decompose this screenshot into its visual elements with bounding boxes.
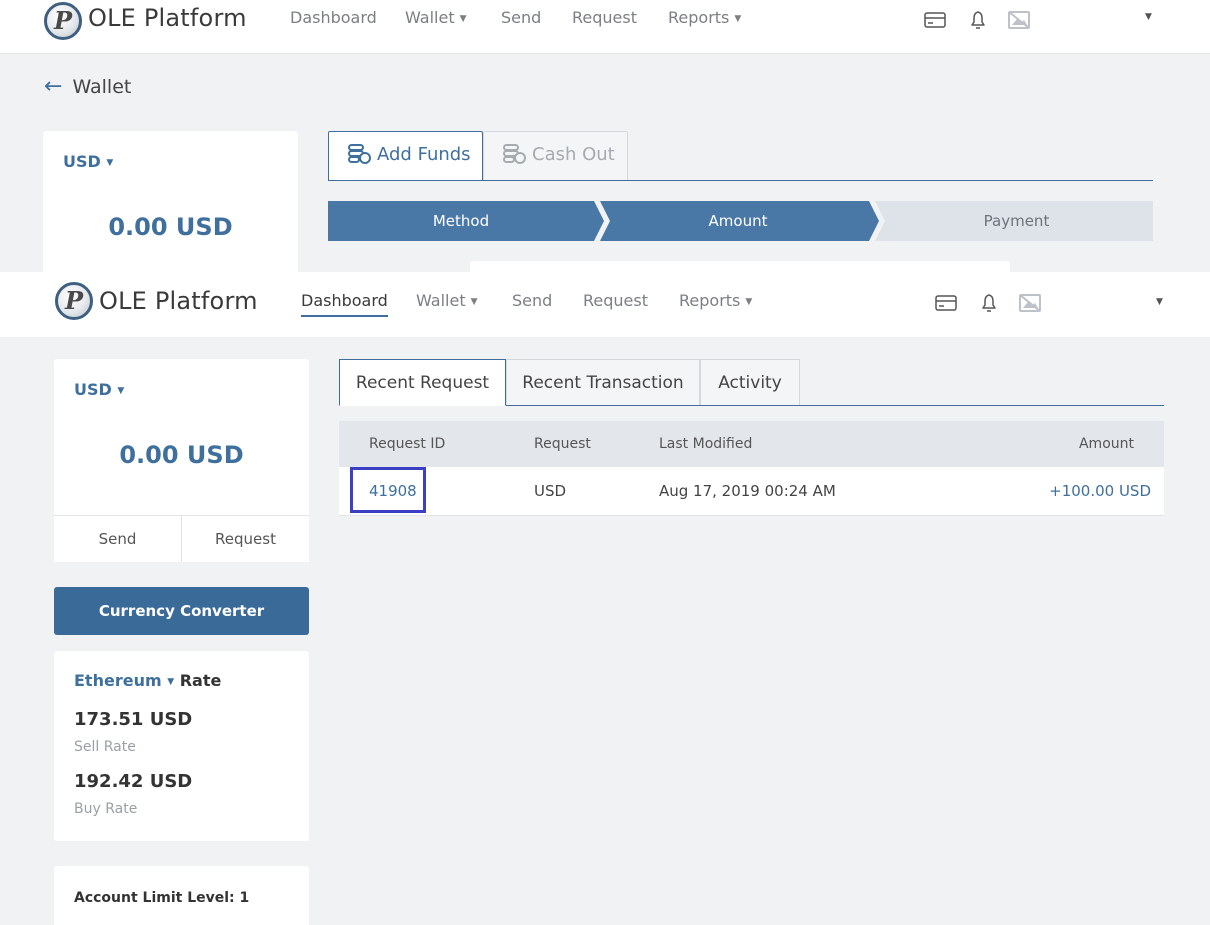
- nav-send[interactable]: Send: [512, 291, 552, 310]
- chevron-down-icon: ▼: [470, 297, 478, 307]
- table-header: Request ID Request Last Modified Amount: [339, 421, 1164, 467]
- back-arrow-icon[interactable]: ←: [44, 74, 62, 99]
- amount: +100.00 USD: [1049, 482, 1151, 500]
- brand-name[interactable]: OLE Platform: [99, 287, 258, 315]
- buy-rate-value: 192.42 USD: [74, 771, 193, 792]
- card-icon[interactable]: [924, 9, 946, 31]
- nav-wallet[interactable]: Wallet ▼: [405, 8, 467, 27]
- step-amount[interactable]: Amount: [600, 201, 876, 241]
- tab-cash-out[interactable]: Cash Out: [483, 131, 628, 181]
- chevron-down-icon: ▼: [459, 14, 467, 24]
- tab-underline: [328, 180, 1153, 181]
- nav-dashboard[interactable]: Dashboard: [301, 291, 388, 317]
- nav-reports[interactable]: Reports ▼: [668, 8, 741, 27]
- asset-selector[interactable]: Ethereum ▼: [74, 671, 174, 690]
- nav-request[interactable]: Request: [572, 8, 637, 27]
- column-amount[interactable]: Amount: [1079, 421, 1134, 467]
- chevron-down-icon: ▼: [734, 14, 742, 24]
- request-currency: USD: [534, 482, 567, 500]
- coins-icon: [348, 144, 371, 164]
- currency-selector[interactable]: USD ▼: [74, 380, 124, 399]
- account-menu-caret[interactable]: ▼: [1145, 12, 1152, 22]
- wallet-page-title: ← Wallet: [44, 74, 132, 99]
- wallet-balance-card: USD ▼ 0.00 USD: [43, 131, 298, 281]
- bell-icon[interactable]: [967, 9, 989, 31]
- sell-rate-value: 173.51 USD: [74, 709, 193, 730]
- column-request-id[interactable]: Request ID: [369, 421, 445, 467]
- bell-icon[interactable]: [978, 292, 1000, 314]
- tab-add-funds[interactable]: Add Funds: [328, 131, 483, 181]
- balance-amount: 0.00 USD: [119, 441, 244, 469]
- account-limit-card: Account Limit Level: 1: [54, 866, 309, 925]
- chevron-down-icon: ▼: [117, 386, 125, 396]
- rate-heading: Ethereum ▼ Rate: [74, 671, 222, 690]
- tab-activity[interactable]: Activity: [700, 359, 800, 406]
- tab-recent-transaction[interactable]: Recent Transaction: [506, 359, 700, 406]
- table-row[interactable]: 41908 USD Aug 17, 2019 00:24 AM +100.00 …: [339, 467, 1164, 516]
- last-modified: Aug 17, 2019 00:24 AM: [659, 482, 836, 500]
- card-icon[interactable]: [935, 292, 957, 314]
- account-menu-caret[interactable]: ▼: [1156, 297, 1163, 307]
- tab-underline: [506, 405, 1164, 406]
- chevron-down-icon: ▼: [106, 158, 114, 168]
- logo[interactable]: P: [55, 282, 93, 320]
- send-button[interactable]: Send: [54, 516, 181, 562]
- tab-recent-request[interactable]: Recent Request: [339, 359, 506, 406]
- column-last-modified[interactable]: Last Modified: [659, 421, 752, 467]
- dashboard-header: P OLE Platform Dashboard Wallet ▼ Send Re…: [0, 272, 1210, 338]
- nav-request[interactable]: Request: [583, 291, 648, 310]
- brand-name[interactable]: OLE Platform: [88, 4, 247, 32]
- nav-send[interactable]: Send: [501, 8, 541, 27]
- nav-dashboard[interactable]: Dashboard: [290, 8, 377, 27]
- account-limit-label: Account Limit Level: 1: [74, 890, 250, 906]
- image-off-icon[interactable]: [1008, 9, 1030, 31]
- buy-rate-label: Buy Rate: [74, 801, 138, 817]
- request-id-link[interactable]: 41908: [369, 467, 417, 516]
- currency-selector[interactable]: USD ▼: [63, 152, 113, 171]
- chevron-down-icon: ▼: [745, 297, 753, 307]
- image-off-icon[interactable]: [1019, 292, 1041, 314]
- step-payment[interactable]: Payment: [880, 201, 1153, 241]
- coins-icon: [503, 144, 526, 164]
- nav-reports[interactable]: Reports ▼: [679, 291, 752, 310]
- logo[interactable]: P: [44, 2, 82, 40]
- step-method[interactable]: Method: [328, 201, 594, 241]
- column-request[interactable]: Request: [534, 421, 591, 467]
- request-button[interactable]: Request: [182, 516, 309, 562]
- nav-wallet[interactable]: Wallet ▼: [416, 291, 478, 310]
- chevron-down-icon: ▼: [167, 677, 175, 687]
- currency-converter-button[interactable]: Currency Converter: [54, 587, 309, 635]
- sell-rate-label: Sell Rate: [74, 739, 136, 755]
- wallet-page-header: P OLE Platform Dashboard Wallet ▼ Send Re…: [0, 0, 1210, 54]
- wallet-balance: 0.00 USD: [108, 213, 233, 241]
